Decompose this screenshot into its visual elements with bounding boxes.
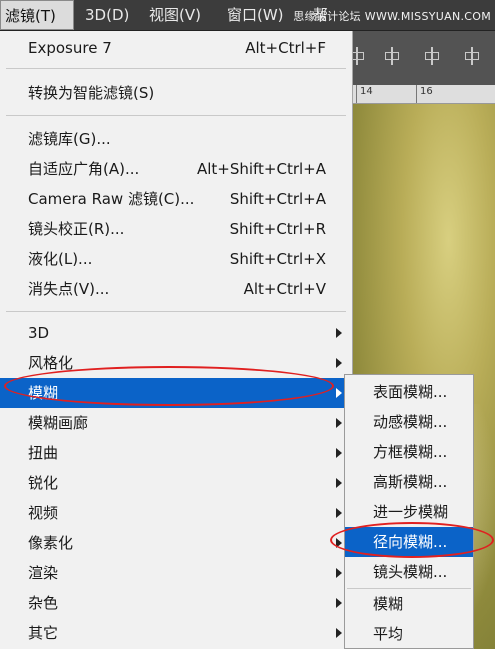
menu-item-label: 像素化 (28, 534, 74, 552)
ruler-tick (416, 85, 417, 103)
menu-item-shortcut: Alt+Ctrl+V (243, 280, 326, 298)
menu-item-camera-raw[interactable]: Camera Raw 滤镜(C)... Shift+Ctrl+A (0, 184, 352, 214)
menu-item-liquify[interactable]: 液化(L)... Shift+Ctrl+X (0, 244, 352, 274)
submenu-item-label: 径向模糊... (373, 533, 448, 551)
menu-item-label: 其它 (28, 624, 59, 642)
menu-item-stylize[interactable]: 风格化 (0, 348, 352, 378)
menu-item-label: 风格化 (28, 354, 74, 372)
submenu-arrow-icon (336, 478, 342, 488)
horizontal-ruler: 14 16 (340, 85, 495, 104)
menu-item-lens-correction[interactable]: 镜头校正(R)... Shift+Ctrl+R (0, 214, 352, 244)
menu-item-shortcut: Shift+Ctrl+A (229, 190, 326, 208)
submenu-item-label: 表面模糊... (373, 383, 448, 401)
menu-item-shortcut: Shift+Ctrl+X (229, 250, 326, 268)
align-icon[interactable] (425, 47, 439, 65)
menu-item-label: 杂色 (28, 594, 59, 612)
menu-item-label: Camera Raw 滤镜(C)... (28, 190, 195, 208)
submenu-arrow-icon (336, 358, 342, 368)
menu-item-label: 镜头校正(R)... (28, 220, 125, 238)
menu-item-label: 锐化 (28, 474, 59, 492)
menu-item-pixelate[interactable]: 像素化 (0, 528, 352, 558)
submenu-arrow-icon (336, 448, 342, 458)
menu-item-render[interactable]: 渲染 (0, 558, 352, 588)
menu-item-label: 液化(L)... (28, 250, 93, 268)
menu-item-distort[interactable]: 扭曲 (0, 438, 352, 468)
submenu-item-label: 动感模糊... (373, 413, 448, 431)
menu-bar: 滤镜(T) 3D(D) 视图(V) 窗口(W) 帮 思缘设计论坛 WWW.MIS… (0, 0, 495, 31)
submenu-arrow-icon (336, 418, 342, 428)
submenu-item-lens-blur[interactable]: 镜头模糊... (345, 557, 473, 587)
menu-separator (6, 68, 346, 69)
watermark: 思缘设计论坛 WWW.MISSYUAN.COM (293, 10, 491, 23)
submenu-item-label: 模糊 (373, 595, 404, 613)
menu-item-blur-gallery[interactable]: 模糊画廊 (0, 408, 352, 438)
submenu-item-average[interactable]: 平均 (345, 619, 473, 649)
submenu-arrow-icon (336, 598, 342, 608)
menu-item-label: 模糊 (28, 384, 59, 402)
menu-3d[interactable]: 3D(D) (81, 0, 133, 30)
submenu-item-surface-blur[interactable]: 表面模糊... (345, 377, 473, 407)
submenu-item-label: 方框模糊... (373, 443, 448, 461)
menu-item-label: 转换为智能滤镜(S) (28, 84, 155, 102)
align-icon[interactable] (465, 47, 479, 65)
submenu-item-blur[interactable]: 模糊 (345, 589, 473, 619)
menu-item-last-filter[interactable]: Exposure 7 Alt+Ctrl+F (0, 33, 352, 63)
menu-item-noise[interactable]: 杂色 (0, 588, 352, 618)
filter-menu: Exposure 7 Alt+Ctrl+F 转换为智能滤镜(S) 滤镜库(G).… (0, 31, 353, 649)
ruler-label: 14 (360, 86, 373, 97)
menu-view[interactable]: 视图(V) (145, 0, 213, 30)
menu-item-label: 消失点(V)... (28, 280, 110, 298)
menu-window[interactable]: 窗口(W) (223, 0, 297, 30)
submenu-arrow-icon (336, 538, 342, 548)
submenu-item-motion-blur[interactable]: 动感模糊... (345, 407, 473, 437)
submenu-item-box-blur[interactable]: 方框模糊... (345, 437, 473, 467)
menu-item-label: 模糊画廊 (28, 414, 89, 432)
options-bar (340, 31, 495, 85)
menu-separator (6, 115, 346, 116)
submenu-arrow-icon (336, 628, 342, 638)
submenu-item-blur-more[interactable]: 进一步模糊 (345, 497, 473, 527)
menu-item-label: 视频 (28, 504, 59, 522)
menu-item-label: 自适应广角(A)... (28, 160, 140, 178)
submenu-item-radial-blur[interactable]: 径向模糊... (345, 527, 473, 557)
menu-item-label: 渲染 (28, 564, 59, 582)
submenu-item-label: 高斯模糊... (373, 473, 448, 491)
menu-item-shortcut: Alt+Ctrl+F (245, 39, 326, 57)
submenu-item-label: 进一步模糊 (373, 503, 449, 521)
menu-item-filter-gallery[interactable]: 滤镜库(G)... (0, 124, 352, 154)
blur-submenu: 表面模糊... 动感模糊... 方框模糊... 高斯模糊... 进一步模糊 径向… (344, 374, 474, 649)
menu-item-label: 3D (28, 324, 50, 342)
ruler-label: 16 (420, 86, 433, 97)
submenu-item-label: 平均 (373, 625, 404, 643)
menu-item-vanishing-point[interactable]: 消失点(V)... Alt+Ctrl+V (0, 274, 352, 304)
submenu-item-gaussian-blur[interactable]: 高斯模糊... (345, 467, 473, 497)
submenu-item-label: 镜头模糊... (373, 563, 448, 581)
menu-item-video[interactable]: 视频 (0, 498, 352, 528)
menu-item-adaptive-wide-angle[interactable]: 自适应广角(A)... Alt+Shift+Ctrl+A (0, 154, 352, 184)
menu-item-shortcut: Alt+Shift+Ctrl+A (196, 160, 326, 178)
menu-filter[interactable]: 滤镜(T) (0, 0, 74, 30)
menu-item-convert-smart-filter[interactable]: 转换为智能滤镜(S) (0, 78, 352, 108)
menu-item-label: Exposure 7 (28, 39, 112, 57)
submenu-arrow-icon (336, 328, 342, 338)
menu-item-label: 滤镜库(G)... (28, 130, 111, 148)
menu-item-sharpen[interactable]: 锐化 (0, 468, 352, 498)
align-icon[interactable] (385, 47, 399, 65)
menu-item-label: 扭曲 (28, 444, 59, 462)
menu-item-other[interactable]: 其它 (0, 618, 352, 648)
menu-item-3d[interactable]: 3D (0, 318, 352, 348)
submenu-arrow-icon (336, 568, 342, 578)
menu-separator (6, 311, 346, 312)
menu-item-blur[interactable]: 模糊 (0, 378, 352, 408)
submenu-arrow-icon (336, 508, 342, 518)
menu-item-shortcut: Shift+Ctrl+R (229, 220, 326, 238)
submenu-arrow-icon (336, 388, 342, 398)
ruler-tick (356, 85, 357, 103)
